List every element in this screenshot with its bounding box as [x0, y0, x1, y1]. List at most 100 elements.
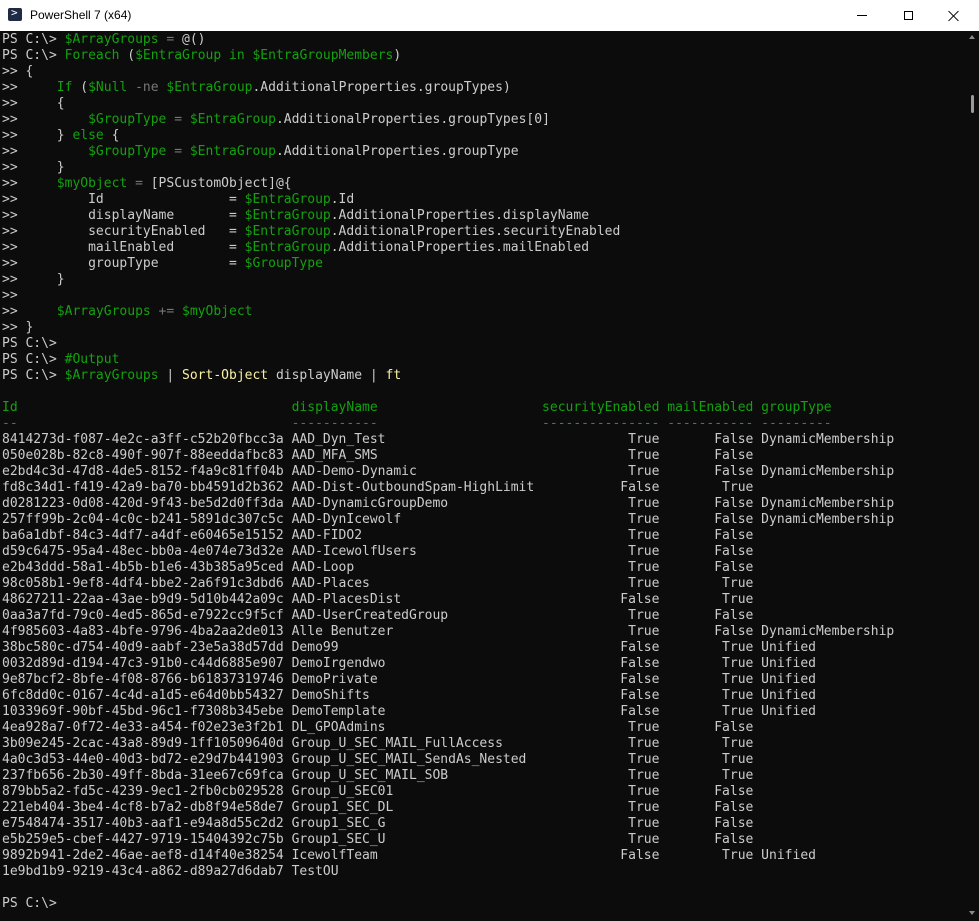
console-text: 4ea928a7-0f72-4e33-a454-f02e23e3f2b1 DL_…	[2, 720, 754, 735]
console-line: fd8c34d1-f419-42a9-ba70-bb4591d2b362 AAD…	[2, 480, 962, 496]
console-text: $myObject	[182, 304, 253, 319]
console-line: e2bd4c3d-47d8-4de5-8152-f4a9c81ff04b AAD…	[2, 464, 962, 480]
console-text: ba6a1dbf-84c3-4df7-a4df-e60465e15152 AAD…	[2, 528, 754, 543]
console-text: 38bc580c-d754-40d9-aabf-23e5a38d57dd Dem…	[2, 640, 816, 655]
console-line: d0281223-0d08-420d-9f43-be5d2d0ff3da AAD…	[2, 496, 962, 512]
console-line: 050e028b-82c8-490f-907f-88eeddafbc83 AAD…	[2, 448, 962, 464]
console-line: >> }	[2, 320, 962, 336]
vertical-scrollbar[interactable]	[966, 31, 979, 921]
console-line: >>	[2, 288, 962, 304]
console-text: >> }	[2, 128, 73, 143]
scrollbar-thumb[interactable]	[971, 95, 974, 113]
console-text: .AdditionalProperties.groupTypes)	[252, 80, 511, 95]
console-text: fd8c34d1-f419-42a9-ba70-bb4591d2b362 AAD…	[2, 480, 754, 495]
console-line: e7548474-3517-40b3-aaf1-e94a8d55c2d2 Gro…	[2, 816, 962, 832]
console-text: >> }	[2, 320, 34, 335]
console-text: $ArrayGroups	[64, 32, 159, 47]
console-text: (	[72, 80, 89, 95]
console-text: e5b259e5-cbef-4427-9719-15404392c75b Gro…	[2, 832, 754, 847]
minimize-button[interactable]	[839, 0, 885, 31]
console-text: 8414273d-f087-4e2c-a3ff-c52b20fbcc3a AAD…	[2, 432, 895, 447]
console-text: $GroupType	[244, 256, 323, 271]
console-text: $ArrayGroups	[56, 304, 151, 319]
console-text: $EntraGroup	[189, 112, 276, 127]
console-text: +=	[150, 304, 183, 319]
console-text: $EntraGroup	[166, 80, 253, 95]
console-text: 879bb5a2-fd5c-4239-9ec1-2fb0cb029528 Gro…	[2, 784, 754, 799]
console-text: If	[56, 80, 73, 95]
window-title: PowerShell 7 (x64)	[30, 8, 132, 22]
console-text: $EntraGroup	[135, 48, 222, 63]
console-text: |	[158, 368, 183, 383]
console-line: Id displayName securityEnabled mailEnabl…	[2, 400, 962, 416]
console-line: 237fb656-2b30-49ff-8bda-31ee67c69fca Gro…	[2, 768, 962, 784]
console-text: >> groupType =	[2, 256, 245, 271]
console-text: .AdditionalProperties.groupType	[275, 144, 519, 159]
console-text: >>	[2, 144, 89, 159]
console-line: 257ff99b-2c04-4c0c-b241-5891dc307c5c AAD…	[2, 512, 962, 528]
scroll-up-arrow-icon[interactable]	[969, 35, 975, 39]
console-text: ft	[385, 368, 402, 383]
console-line: >> If ($Null -ne $EntraGroup.AdditionalP…	[2, 80, 962, 96]
console-text: -- ----------- --------------- ---------…	[2, 416, 832, 431]
console-line: 4ea928a7-0f72-4e33-a454-f02e23e3f2b1 DL_…	[2, 720, 962, 736]
console-line: e5b259e5-cbef-4427-9719-15404392c75b Gro…	[2, 832, 962, 848]
console-text: $EntraGroup	[244, 208, 331, 223]
console-text: >> {	[2, 64, 34, 79]
console-line: >> $GroupType = $EntraGroup.AdditionalPr…	[2, 144, 962, 160]
console-text: PS C:\>	[2, 368, 65, 383]
console-text: >> Id =	[2, 192, 245, 207]
close-button[interactable]	[931, 0, 977, 31]
console-text: 9e87bcf2-8bfe-4f08-8766-b61837319746 Dem…	[2, 672, 816, 687]
console-text: [PSCustomObject]@{	[150, 176, 292, 191]
console-text: 0032d89d-d194-47c3-91b0-c44d6885e907 Dem…	[2, 656, 816, 671]
console-line: -- ----------- --------------- ---------…	[2, 416, 962, 432]
console-line: >> }	[2, 272, 962, 288]
console-text: @()	[182, 32, 206, 47]
maximize-button[interactable]	[885, 0, 931, 31]
scroll-down-arrow-icon[interactable]	[969, 911, 975, 915]
console-text: $EntraGroup	[244, 240, 331, 255]
console-text: 4a0c3d53-44e0-40d3-bd72-e29d7b441903 Gro…	[2, 752, 754, 767]
console-text: #Output	[64, 352, 120, 367]
console-text: .AdditionalProperties.mailEnabled	[330, 240, 590, 255]
console-line: PS C:\>	[2, 896, 962, 912]
console-text: $myObject	[56, 176, 128, 191]
console-line: 98c058b1-9ef8-4df4-bbe2-2a6f91c3dbd6 AAD…	[2, 576, 962, 592]
console-text: .AdditionalProperties.displayName	[330, 208, 590, 223]
console-line: >> } else {	[2, 128, 962, 144]
console-text: (	[119, 48, 136, 63]
console-text: .Id	[330, 192, 355, 207]
maximize-icon	[903, 11, 913, 20]
console-text: Foreach	[64, 48, 120, 63]
console-text: 6fc8dd0c-0167-4c4d-a1d5-e64d0bb54327 Dem…	[2, 688, 816, 703]
console-line: >> }	[2, 160, 962, 176]
console-line: 879bb5a2-fd5c-4239-9ec1-2fb0cb029528 Gro…	[2, 784, 962, 800]
console-output[interactable]: PS C:\> $ArrayGroups = @() PS C:\> Foreac…	[2, 32, 962, 921]
console-text: {	[103, 128, 120, 143]
console-line: >> $ArrayGroups += $myObject	[2, 304, 962, 320]
console-line: 6fc8dd0c-0167-4c4d-a1d5-e64d0bb54327 Dem…	[2, 688, 962, 704]
console-line: 38bc580c-d754-40d9-aabf-23e5a38d57dd Dem…	[2, 640, 962, 656]
console-text: displayName |	[268, 368, 386, 383]
console-text: )	[393, 48, 402, 63]
console-text: $EntraGroup	[244, 192, 331, 207]
console-line: >> {	[2, 64, 962, 80]
console-text: 1e9bd1b9-9219-43c4-a862-d89a27d6dab7 Tes…	[2, 864, 339, 879]
console-text: 0	[534, 112, 543, 127]
console-text: else	[72, 128, 104, 143]
powershell-icon: >	[8, 6, 22, 21]
console-line: d59c6475-95a4-48ec-bb0a-4e074e73d32e AAD…	[2, 544, 962, 560]
console-text: >>	[2, 112, 89, 127]
console-line: 3b09e245-2cac-43a8-89d9-1ff10509640d Gro…	[2, 736, 962, 752]
console-text: $ArrayGroups	[64, 368, 159, 383]
console-line: PS C:\>	[2, 336, 962, 352]
console-text: $EntraGroupMembers	[252, 48, 394, 63]
console-text: >>	[2, 80, 57, 95]
console-line: 0032d89d-d194-47c3-91b0-c44d6885e907 Dem…	[2, 656, 962, 672]
console-text: =	[158, 32, 183, 47]
console-text: >>	[2, 304, 57, 319]
console-text: >> securityEnabled =	[2, 224, 245, 239]
